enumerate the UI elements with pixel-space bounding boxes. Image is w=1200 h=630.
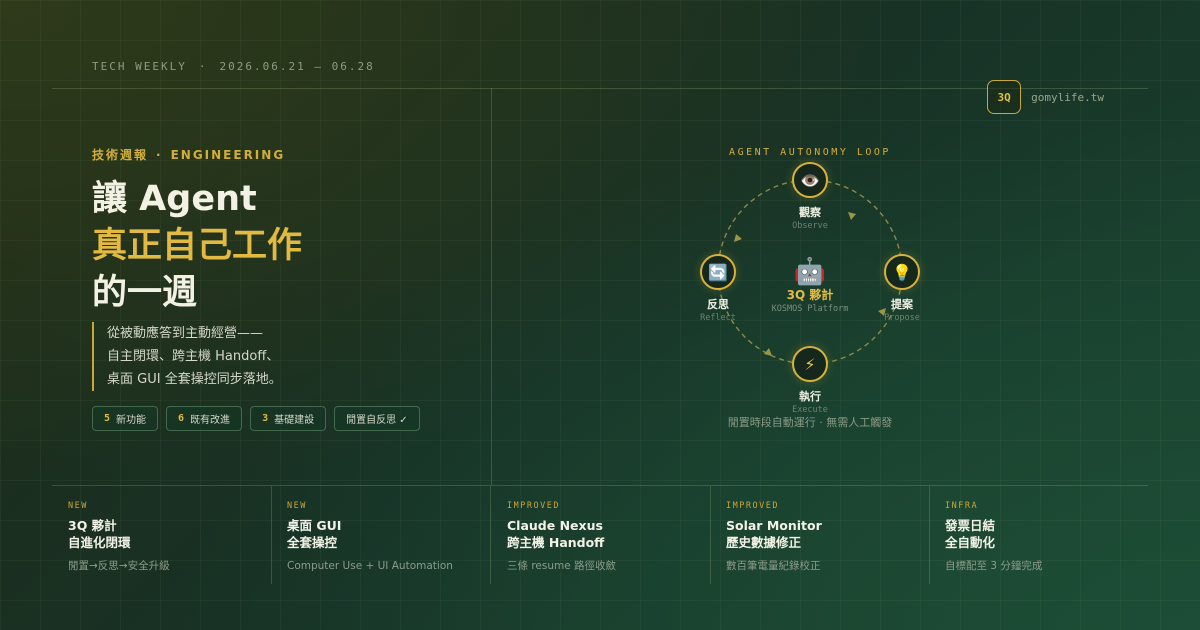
chip-count: 6 (178, 413, 185, 424)
brand-logo: 3Q (987, 80, 1022, 114)
subtitle-line-2: 自主閉環、跨主機 Handoff、 (107, 349, 280, 364)
feature-title-2: 全自動化 (945, 535, 996, 550)
node-zh: 提案 (891, 298, 913, 311)
feature-desc: 三條 resume 路徑收斂 (507, 560, 617, 572)
chip-infrastructure[interactable]: 3 基礎建設 (250, 406, 327, 431)
feature-title-2: 全套操控 (287, 535, 338, 550)
feature-tag: IMPROVED (507, 501, 560, 511)
headline-line-3: 的一週 (92, 273, 198, 313)
headline-line-1: 讓 Agent (92, 179, 257, 219)
headline-line-2: 真正自己工作 (92, 226, 303, 266)
subtitle-line-3: 桌面 GUI 全套操控同步落地。 (107, 372, 282, 387)
node-zh: 觀察 (799, 206, 821, 219)
refresh-icon[interactable]: 🔄 (700, 254, 736, 290)
chip-label: 既有改進 (190, 415, 231, 426)
hub-platform: KOSMOS Platform (771, 304, 849, 314)
robot-icon: 🤖 (793, 257, 827, 287)
eyebrow-separator: · (156, 148, 163, 162)
loop-note: 閒置時段自動運行 · 無需人工觸發 (727, 416, 893, 429)
subtitle: 從被動應答到主動經營—— 自主閉環、跨主機 Handoff、 桌面 GUI 全套… (92, 322, 282, 391)
loop-title: AGENT AUTONOMY LOOP (729, 147, 891, 158)
feature-card[interactable]: INFRA 發票日結 全自動化 自標配至 3 分鐘完成 (929, 486, 1149, 584)
feature-title-2: 歷史數據修正 (726, 535, 802, 550)
top-divider (52, 88, 1148, 89)
date-range: 2026.06.21 – 06.28 (219, 60, 375, 73)
arrow-reflect-to-observe (734, 234, 742, 242)
stat-chips: 5 新功能 6 既有改進 3 基礎建設 閒置自反思 ✓ (92, 406, 420, 431)
chip-label: 新功能 (116, 415, 147, 426)
publication-name: TECH WEEKLY (92, 60, 187, 73)
feature-desc: Computer Use + UI Automation (287, 560, 453, 572)
chip-label: 基礎建設 (274, 415, 315, 426)
subtitle-line-1: 從被動應答到主動經營—— (107, 326, 264, 341)
node-label-propose: 提案 Propose (857, 298, 947, 324)
feature-card[interactable]: NEW 3Q 夥計 自進化閉環 閒置→反思→安全升級 (52, 486, 272, 584)
node-en: Observe (792, 221, 828, 231)
eye-icon[interactable]: 👁️ (792, 162, 828, 198)
feature-title-1: 桌面 GUI (287, 518, 342, 533)
headline: 讓 Agent 真正自己工作 的一週 (92, 176, 302, 317)
eyebrow-en: ENGINEERING (170, 148, 286, 162)
lightning-icon[interactable]: ⚡ (792, 346, 828, 382)
meta-separator: · (198, 60, 208, 73)
feature-tag: IMPROVED (726, 501, 779, 511)
chip-label: 閒置自反思 ✓ (346, 415, 408, 426)
feature-title-1: 3Q 夥計 (68, 518, 117, 533)
chip-new-features[interactable]: 5 新功能 (92, 406, 159, 431)
chip-idle-reflection[interactable]: 閒置自反思 ✓ (334, 406, 420, 431)
node-label-execute: 執行 Execute (765, 390, 855, 416)
feature-tag: NEW (287, 501, 307, 511)
feature-title-2: 跨主機 Handoff (507, 535, 605, 550)
hub-name: 3Q 夥計 (786, 288, 834, 302)
chip-improvements[interactable]: 6 既有改進 (166, 406, 243, 431)
feature-tag: NEW (68, 501, 88, 511)
node-label-observe: 觀察 Observe (765, 206, 855, 232)
feature-desc: 閒置→反思→安全升級 (68, 560, 170, 572)
lightbulb-icon[interactable]: 💡 (884, 254, 920, 290)
feature-tag: INFRA (945, 501, 979, 511)
loop-center: 🤖 3Q 夥計 KOSMOS Platform (750, 256, 870, 316)
chip-count: 5 (104, 413, 111, 424)
feature-title-2: 自進化閉環 (68, 535, 131, 550)
feature-desc: 數百筆電量紀錄校正 (726, 560, 821, 572)
feature-card[interactable]: IMPROVED Claude Nexus 跨主機 Handoff 三條 res… (491, 486, 711, 584)
brand[interactable]: 3Q gomylife.tw (987, 80, 1104, 114)
feature-title-1: 發票日結 (945, 518, 996, 533)
eyebrow-zh: 技術週報 (92, 148, 149, 162)
feature-title-1: Claude Nexus (507, 518, 603, 533)
brand-url[interactable]: gomylife.tw (1031, 91, 1104, 104)
feature-title-1: Solar Monitor (726, 518, 822, 533)
feature-card[interactable]: IMPROVED Solar Monitor 歷史數據修正 數百筆電量紀錄校正 (710, 486, 930, 584)
feature-desc: 自標配至 3 分鐘完成 (945, 560, 1043, 572)
vertical-divider (491, 88, 492, 485)
node-zh: 執行 (799, 390, 821, 403)
chip-count: 3 (262, 413, 269, 424)
section-eyebrow: 技術週報 · ENGINEERING (92, 146, 285, 163)
feature-card[interactable]: NEW 桌面 GUI 全套操控 Computer Use + UI Automa… (271, 486, 491, 584)
issue-meta: TECH WEEKLY · 2026.06.21 – 06.28 (92, 60, 375, 73)
node-en: Propose (884, 313, 920, 323)
